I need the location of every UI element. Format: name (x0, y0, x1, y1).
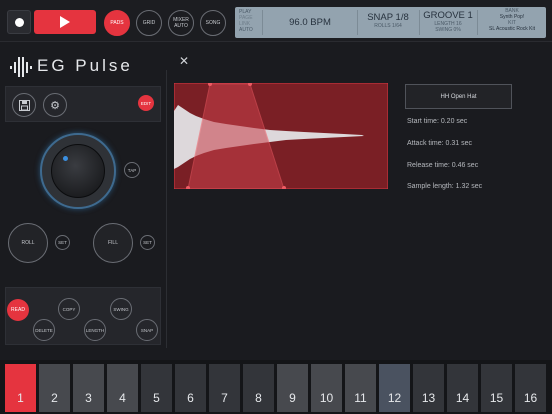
edit-label: EDIT (140, 100, 152, 106)
app-logo-text: EG Pulse (37, 56, 133, 75)
auto-label: AUTO (174, 23, 188, 29)
read-button[interactable]: READ (7, 299, 29, 321)
pad-2[interactable]: 2 (39, 364, 70, 412)
edit-button[interactable]: EDIT (138, 95, 154, 111)
lcd-bpm[interactable]: 96.0 BPM (265, 7, 355, 38)
pad-8[interactable]: 8 (243, 364, 274, 412)
pad-label: 10 (319, 391, 334, 405)
length-label: LENGTH (85, 327, 105, 333)
save-icon (18, 99, 30, 111)
play-icon (60, 16, 70, 28)
grid-button[interactable]: GRID (136, 10, 162, 36)
lcd-kit[interactable]: SL Acoustic Rock Kit (479, 26, 545, 32)
pad-label: 5 (153, 391, 160, 405)
eg-pulse-logo-icon (10, 57, 32, 77)
top-bar: PADS GRID MIXER AUTO SONG PLAY PAGE LINK… (0, 0, 552, 42)
pad-strip: 1 2 3 4 5 6 7 8 9 10 11 12 13 14 15 16 (0, 360, 552, 414)
pad-label: 2 (51, 391, 58, 405)
pad-4[interactable]: 4 (107, 364, 138, 412)
fill-button[interactable]: FILL (93, 223, 133, 263)
tap-button[interactable]: TAP (124, 162, 140, 178)
sample-length-text: Sample length: 1.32 sec (407, 183, 483, 190)
pad-label: 8 (255, 391, 262, 405)
pad-6[interactable]: 6 (175, 364, 206, 412)
sound-name: HH Open Hat (440, 93, 477, 100)
pad-label: 3 (85, 391, 92, 405)
pads-label: PADS (110, 20, 124, 26)
lcd-mode-auto[interactable]: AUTO (239, 27, 253, 33)
save-button[interactable] (12, 93, 36, 117)
lcd-groove[interactable]: GROOVE 1 (421, 10, 475, 21)
copy-button[interactable]: COPY (58, 298, 80, 320)
pad-15[interactable]: 15 (481, 364, 512, 412)
pad-label: 7 (221, 391, 228, 405)
pad-label: 1 (17, 391, 24, 405)
swing-button[interactable]: SWING (110, 298, 132, 320)
pad-12[interactable]: 12 (379, 364, 410, 412)
roll-button[interactable]: ROLL (8, 223, 48, 263)
lcd-snap[interactable]: SNAP 1/8 (359, 12, 417, 23)
pads-button[interactable]: PADS (104, 10, 130, 36)
pad-11[interactable]: 11 (345, 364, 376, 412)
gear-icon: ⚙ (50, 99, 60, 112)
pad-16[interactable]: 16 (515, 364, 546, 412)
pad-label: 14 (455, 391, 470, 405)
pad-10[interactable]: 10 (311, 364, 342, 412)
close-icon[interactable]: ✕ (179, 54, 189, 68)
pad-1[interactable]: 1 (5, 364, 36, 412)
delete-label: DELETE (35, 327, 53, 333)
lcd-swing: SWING 0% (435, 27, 461, 33)
pad-label: 9 (289, 391, 296, 405)
sample-waveform-editor[interactable] (174, 83, 388, 189)
fill-label: FILL (107, 240, 118, 246)
release-time-text: Release time: 0.46 sec (407, 162, 479, 169)
mixer-auto-button[interactable]: MIXER AUTO (168, 10, 194, 36)
swing-label: SWING (113, 306, 129, 312)
song-label: SONG (205, 20, 221, 26)
pad-label: 13 (421, 391, 436, 405)
snap-button[interactable]: SNAP (136, 319, 158, 341)
pad-label: 16 (523, 391, 538, 405)
read-label: READ (11, 307, 25, 313)
roll-label: ROLL (21, 240, 35, 246)
delete-button[interactable]: DELETE (33, 319, 55, 341)
start-time-text: Start time: 0.20 sec (407, 118, 468, 125)
tempo-knob[interactable] (51, 144, 105, 198)
settings-button[interactable]: ⚙ (43, 93, 67, 117)
snap-label: SNAP (140, 327, 154, 333)
roll-set-label: SET (58, 240, 67, 245)
roll-set-button[interactable]: SET (55, 235, 70, 250)
length-button[interactable]: LENGTH (84, 319, 106, 341)
sound-select-button[interactable]: HH Open Hat (405, 84, 512, 109)
tap-label: TAP (127, 167, 137, 173)
pad-13[interactable]: 13 (413, 364, 444, 412)
pad-label: 12 (387, 391, 402, 405)
lcd-rolls[interactable]: ROLLS 1/64 (359, 23, 417, 29)
pad-label: 6 (187, 391, 194, 405)
pad-5[interactable]: 5 (141, 364, 172, 412)
record-button[interactable] (7, 10, 31, 34)
fill-set-label: SET (143, 240, 152, 245)
pad-label: 11 (354, 391, 367, 405)
pad-label: 15 (489, 391, 504, 405)
grid-label: GRID (142, 20, 156, 26)
knob-indicator (63, 156, 68, 161)
pad-14[interactable]: 14 (447, 364, 478, 412)
lcd-display: PLAY PAGE LINK AUTO 96.0 BPM SNAP 1/8 RO… (235, 7, 546, 38)
pad-3[interactable]: 3 (73, 364, 104, 412)
copy-label: COPY (62, 306, 76, 312)
panel-divider (166, 70, 167, 348)
pad-7[interactable]: 7 (209, 364, 240, 412)
attack-time-text: Attack time: 0.31 sec (407, 140, 472, 147)
record-icon (15, 18, 24, 27)
pad-label: 4 (119, 391, 126, 405)
song-button[interactable]: SONG (200, 10, 226, 36)
play-button[interactable] (34, 10, 96, 34)
pad-9[interactable]: 9 (277, 364, 308, 412)
fill-set-button[interactable]: SET (140, 235, 155, 250)
